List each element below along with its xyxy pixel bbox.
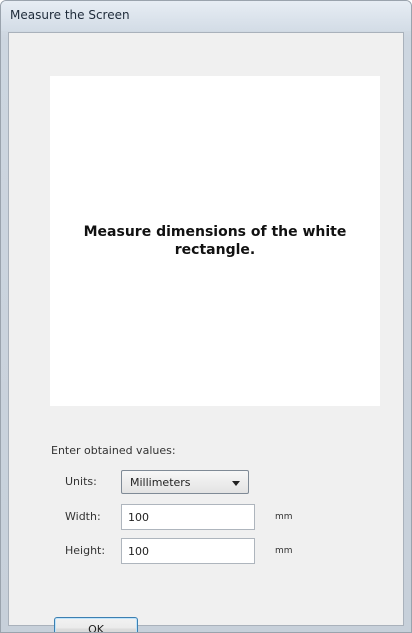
width-label: Width:	[65, 510, 101, 523]
chevron-down-icon	[232, 481, 240, 486]
window-title: Measure the Screen	[10, 8, 130, 22]
units-label: Units:	[65, 475, 97, 488]
width-input[interactable]	[121, 504, 255, 530]
units-dropdown[interactable]: Millimeters	[121, 470, 249, 494]
height-unit: mm	[275, 546, 293, 556]
units-selected-value: Millimeters	[130, 476, 191, 489]
width-unit: mm	[275, 512, 293, 522]
measure-instruction: Measure dimensions of the white rectangl…	[83, 224, 347, 258]
title-bar[interactable]: Measure the Screen	[1, 1, 411, 31]
measure-screen-dialog: Measure the Screen Measure dimensions of…	[0, 0, 412, 633]
height-label: Height:	[65, 544, 106, 557]
ok-button[interactable]: OK	[54, 617, 138, 632]
measurement-rectangle: Measure dimensions of the white rectangl…	[50, 76, 380, 406]
height-input[interactable]	[121, 538, 255, 564]
dialog-content: Measure dimensions of the white rectangl…	[8, 32, 404, 632]
values-section-label: Enter obtained values:	[51, 444, 176, 457]
